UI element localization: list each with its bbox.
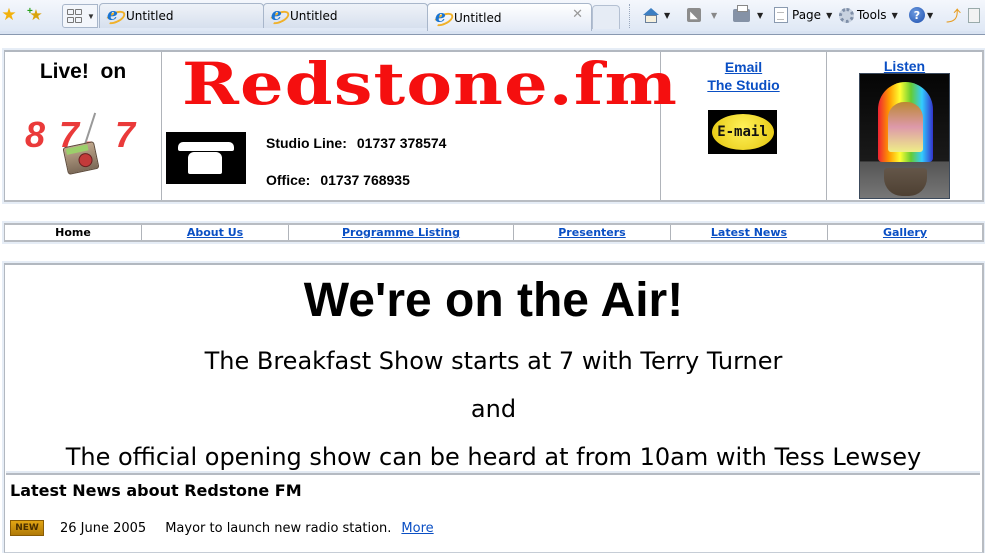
jukebox-reflection	[884, 168, 927, 196]
blog-icon	[968, 7, 980, 23]
research-icon: ⤴	[946, 6, 962, 25]
chevron-down-icon: ▼	[826, 10, 833, 20]
live-cell: Live! on 8 7 . 7	[5, 52, 162, 200]
print-button[interactable]: ▼	[733, 4, 763, 25]
chevron-down-icon[interactable]: ▼	[664, 11, 670, 20]
announcement-line: and	[470, 395, 517, 423]
home-icon	[643, 7, 659, 23]
nav-link[interactable]: About Us	[187, 226, 243, 239]
frequency-digit: 7	[115, 114, 136, 155]
nav-link[interactable]: Presenters	[558, 226, 625, 239]
news-item: NEW 26 June 2005 Mayor to launch new rad…	[10, 519, 434, 537]
browser-tab-active[interactable]: e Untitled ✕	[427, 3, 592, 31]
studio-line: Studio Line: 01737 378574	[266, 135, 446, 151]
tab-title: Untitled	[290, 9, 338, 23]
nav-item-home[interactable]: Home	[5, 225, 142, 240]
email-cell: Email The Studio E-mail	[661, 52, 827, 200]
office-number: 01737 768935	[320, 172, 410, 188]
tools-menu[interactable]: Tools ▼	[839, 5, 898, 25]
office-line: Office: 01737 768935	[266, 172, 410, 188]
new-badge-icon: NEW	[10, 520, 44, 536]
web-page: Live! on 8 7 . 7 Redstone.fm Studio Line…	[0, 36, 985, 553]
nav-item-programme-listing[interactable]: Programme Listing	[289, 225, 514, 240]
telephone-icon	[176, 140, 236, 176]
blog-button[interactable]	[968, 5, 980, 25]
news-section-title: Latest News about Redstone FM	[10, 481, 302, 500]
home-button[interactable]: ▼	[643, 5, 670, 25]
jukebox-image[interactable]	[859, 73, 950, 199]
logo-cell: Redstone.fm Studio Line: 01737 378574 Off…	[162, 50, 677, 200]
listen-link-wrap: Listen	[827, 58, 982, 74]
page-icon	[774, 7, 788, 23]
email-studio-link[interactable]: Email The Studio	[661, 58, 826, 94]
browser-toolbar: ★ ★ + ▼ e Untitled e Untitled e Untitled …	[0, 0, 985, 32]
chevron-down-icon[interactable]: ▼	[711, 11, 717, 20]
announcement-line: The Breakfast Show starts at 7 with Terr…	[204, 347, 783, 375]
header-table: Live! on 8 7 . 7 Redstone.fm Studio Line…	[4, 50, 984, 202]
email-link-line2[interactable]: The Studio	[707, 77, 779, 93]
nav-link[interactable]: Latest News	[711, 226, 787, 239]
browser-tab[interactable]: e Untitled	[263, 3, 428, 28]
email-link-line1[interactable]: Email	[725, 59, 762, 75]
frequency-digit: 8	[25, 114, 46, 155]
telephone-image	[166, 132, 246, 184]
listen-cell: Listen	[827, 52, 982, 200]
favorites-star-icon[interactable]: ★	[0, 5, 18, 24]
frequency-graphic: 8 7 . 7	[23, 112, 147, 182]
email-button[interactable]: E-mail	[708, 110, 777, 154]
live-label: Live! on	[39, 60, 127, 83]
toolbar-divider	[0, 31, 985, 35]
quick-tabs-icon	[67, 9, 82, 23]
feeds-button[interactable]: ◣ ▼	[687, 5, 717, 25]
tools-menu-label: Tools	[857, 8, 887, 22]
close-tab-icon[interactable]: ✕	[572, 7, 583, 22]
email-button-text: E-mail	[711, 114, 774, 150]
nav-item-about-us[interactable]: About Us	[142, 225, 289, 240]
nav-link[interactable]: Gallery	[883, 226, 927, 239]
chevron-down-icon: ▼	[891, 10, 898, 20]
nav-label: Home	[55, 226, 91, 239]
tab-list-dropdown[interactable]: ▼	[85, 4, 98, 28]
toolbar-separator	[629, 4, 631, 28]
tab-title: Untitled	[454, 10, 502, 25]
print-icon	[733, 4, 750, 22]
main-nav: Home About Us Programme Listing Presente…	[4, 223, 984, 242]
news-date: 26 June 2005	[60, 520, 147, 536]
news-headline: Mayor to launch new radio station.	[165, 520, 392, 536]
help-menu[interactable]: ? ▼	[909, 5, 933, 25]
jukebox-window	[888, 102, 923, 152]
ie-page-icon: e	[267, 5, 292, 27]
news-more-link[interactable]: More	[401, 521, 433, 536]
browser-tab[interactable]: e Untitled	[99, 3, 264, 28]
chevron-down-icon[interactable]: ▼	[757, 11, 763, 20]
research-button[interactable]: ⤴	[946, 5, 961, 25]
announcement-line: The official opening show can be heard a…	[65, 443, 922, 471]
nav-link[interactable]: Programme Listing	[342, 226, 460, 239]
ie-page-icon: e	[103, 5, 128, 27]
radio-icon	[62, 140, 100, 176]
tools-gear-icon	[839, 7, 854, 23]
nav-item-latest-news[interactable]: Latest News	[671, 225, 828, 240]
studio-line-label: Studio Line:	[266, 135, 347, 151]
main-content: We're on the Air! The Breakfast Show sta…	[4, 263, 984, 553]
studio-line-number: 01737 378574	[356, 135, 447, 151]
new-tab-button[interactable]	[592, 5, 620, 29]
ie-page-icon: e	[431, 7, 456, 29]
help-icon: ?	[909, 7, 925, 23]
add-favorite-icon[interactable]: ★ +	[27, 6, 45, 24]
nav-item-gallery[interactable]: Gallery	[828, 225, 982, 240]
quick-tabs-button[interactable]	[62, 4, 86, 28]
headline: We're on the Air!	[303, 274, 684, 327]
station-logo: Redstone.fm	[182, 50, 679, 118]
listen-link[interactable]: Listen	[884, 58, 925, 74]
tab-title: Untitled	[126, 9, 174, 23]
office-label: Office:	[266, 172, 311, 188]
page-menu-label: Page	[792, 8, 822, 22]
chevron-down-icon: ▼	[927, 10, 934, 20]
page-menu[interactable]: Page ▼	[774, 5, 832, 25]
nav-item-presenters[interactable]: Presenters	[514, 225, 671, 240]
feeds-icon: ◣	[687, 8, 701, 22]
news-section: Latest News about Redstone FM NEW 26 Jun…	[6, 473, 980, 545]
